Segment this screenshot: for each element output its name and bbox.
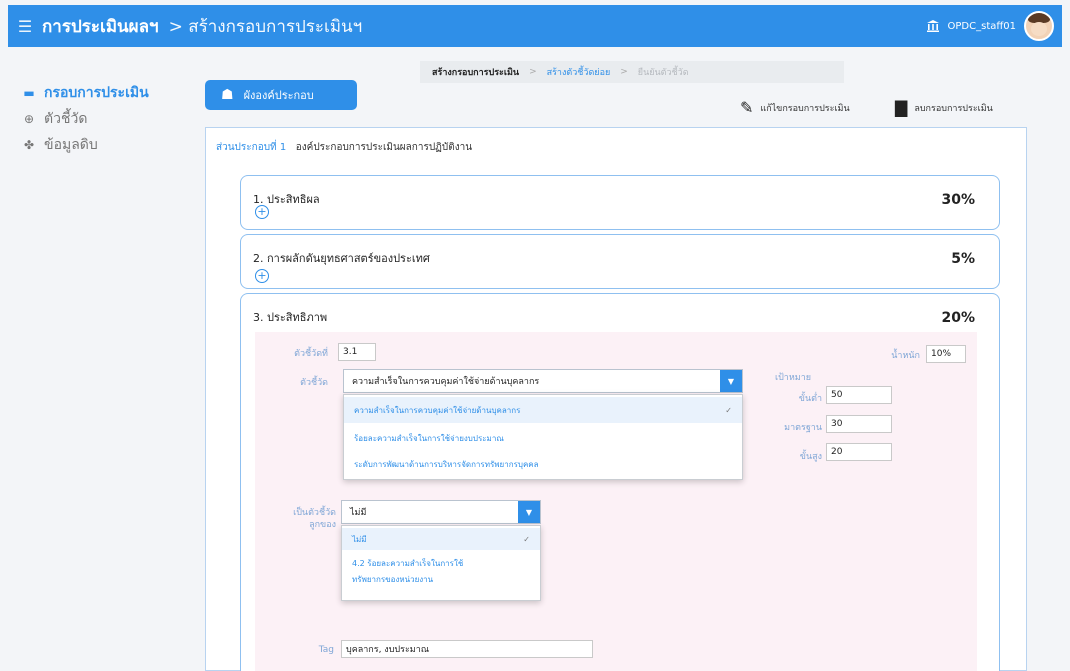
structure-chart-button[interactable]: ☗ ผังองค์ประกอบ — [205, 80, 357, 110]
edit-framework-button[interactable]: ✎ แก้ไขกรอบการประเมิน — [740, 98, 850, 117]
parent-kpi-select[interactable]: ไม่มี ▼ — [341, 500, 541, 524]
standard-label: มาตรฐาน — [784, 423, 822, 433]
section-heading: ส่วนประกอบที่ 1 องค์ประกอบการประเมินผลกา… — [216, 140, 472, 155]
top-navbar: ☰ การประเมินผลฯ > สร้างกรอบการประเมินฯ O… — [8, 5, 1062, 47]
step-create-subkpi[interactable]: สร้างตัวชี้วัดย่อย — [547, 65, 611, 79]
component-title: 2. การผลักดันยุทธศาสตร์ของประเทศ — [253, 252, 430, 265]
kpi-label: ตัวชี้วัด — [300, 378, 328, 388]
parent-kpi-label-2: ลูกของ — [309, 520, 336, 530]
app-title[interactable]: การประเมินผลฯ — [42, 13, 159, 40]
weight-input[interactable]: 10% — [926, 345, 966, 363]
max-label: ขั้นสูง — [799, 452, 822, 462]
tag-label: Tag — [318, 645, 334, 655]
sidebar-item-raw-data[interactable]: ✤ ข้อมูลดิบ — [22, 132, 192, 158]
sidebar-item-framework[interactable]: ▬ กรอบการประเมิน — [22, 80, 192, 106]
hamburger-icon[interactable]: ☰ — [8, 17, 42, 36]
section-number: ส่วนประกอบที่ 1 — [216, 142, 287, 153]
breadcrumb: > สร้างกรอบการประเมินฯ — [168, 16, 363, 37]
section-title: องค์ประกอบการประเมินผลการปฏิบัติงาน — [295, 142, 473, 153]
chevron-down-icon[interactable]: ▼ — [720, 370, 742, 392]
min-input[interactable]: 50 — [826, 386, 892, 404]
structure-chart-label: ผังองค์ประกอบ — [243, 89, 314, 102]
parent-kpi-option-cont[interactable]: ทรัพยากรของหน่วยงาน — [342, 572, 540, 586]
tag-input[interactable]: บุคลากร, งบประมาณ — [341, 640, 593, 658]
users-icon: ✤ — [23, 138, 35, 152]
component-percent: 30% — [941, 192, 975, 208]
list-icon: ▬ — [23, 86, 35, 100]
parent-kpi-selected-value: ไม่มี — [350, 508, 367, 518]
sidebar-item-label: ข้อมูลดิบ — [44, 137, 98, 153]
avatar[interactable] — [1024, 11, 1054, 41]
component-title: 3. ประสิทธิภาพ — [253, 311, 328, 324]
sidebar-item-kpi[interactable]: ⊕ ตัวชี้วัด — [22, 106, 192, 132]
component-percent: 20% — [941, 310, 975, 326]
parent-kpi-option[interactable]: ไม่มี — [342, 528, 540, 550]
edit-framework-label: แก้ไขกรอบการประเมิน — [760, 103, 850, 114]
add-kpi-icon[interactable]: + — [255, 269, 269, 283]
weight-label: น้ำหนัก — [891, 351, 920, 361]
chevron-down-icon[interactable]: ▼ — [518, 501, 540, 523]
add-circle-icon: ⊕ — [23, 112, 35, 126]
kpi-number-input[interactable]: 3.1 — [338, 343, 376, 361]
step-create-framework[interactable]: สร้างกรอบการประเมิน — [432, 65, 519, 79]
sitemap-icon: ☗ — [221, 87, 234, 103]
archive-framework-label: ลบกรอบการประเมิน — [914, 103, 993, 114]
component-card-1[interactable]: 1. ประสิทธิผล 30% + — [240, 175, 1000, 230]
kpi-number-label: ตัวชี้วัดที่ — [294, 349, 328, 359]
parent-kpi-dropdown-menu: ไม่มี 4.2 ร้อยละความสำเร็จในการใช้ ทรัพย… — [341, 525, 541, 601]
wizard-steps: สร้างกรอบการประเมิน > สร้างตัวชี้วัดย่อย… — [420, 61, 844, 83]
max-input[interactable]: 20 — [826, 443, 892, 461]
kpi-dropdown-menu: ความสำเร็จในการควบคุมค่าใช้จ่ายด้านบุคลา… — [343, 394, 743, 480]
component-percent: 5% — [951, 251, 975, 267]
parent-kpi-option[interactable]: 4.2 ร้อยละความสำเร็จในการใช้ — [342, 556, 540, 570]
min-label: ขั้นต่ำ — [798, 394, 822, 404]
edit-icon: ✎ — [740, 98, 754, 117]
kpi-option[interactable]: ระดับการพัฒนาด้านการบริหารจัดการทรัพยากร… — [344, 451, 742, 477]
component-card-2[interactable]: 2. การผลักดันยุทธศาสตร์ของประเทศ 5% + — [240, 234, 1000, 289]
target-label: เป้าหมาย — [775, 373, 812, 383]
user-org-label[interactable]: OPDC_staff01 — [948, 21, 1016, 32]
sidebar-item-label: กรอบการประเมิน — [44, 85, 149, 101]
kpi-selected-value: ความสำเร็จในการควบคุมค่าใช้จ่ายด้านบุคลา… — [352, 377, 540, 387]
kpi-select[interactable]: ความสำเร็จในการควบคุมค่าใช้จ่ายด้านบุคลา… — [343, 369, 743, 393]
sidebar-item-label: ตัวชี้วัด — [44, 111, 88, 127]
kpi-option[interactable]: ร้อยละความสำเร็จในการใช้จ่ายงบประมาณ — [344, 425, 742, 451]
kpi-option[interactable]: ความสำเร็จในการควบคุมค่าใช้จ่ายด้านบุคลา… — [344, 397, 742, 423]
bank-icon — [926, 20, 939, 32]
step-confirm-kpi: ยืนยันตัวชี้วัด — [637, 68, 689, 78]
sidebar: ▬ กรอบการประเมิน ⊕ ตัวชี้วัด ✤ ข้อมูลดิบ — [22, 80, 192, 158]
archive-framework-button[interactable]: ▇ ลบกรอบการประเมิน — [895, 98, 993, 117]
add-kpi-icon[interactable]: + — [255, 205, 269, 219]
archive-icon: ▇ — [895, 98, 908, 117]
standard-input[interactable]: 30 — [826, 415, 892, 433]
